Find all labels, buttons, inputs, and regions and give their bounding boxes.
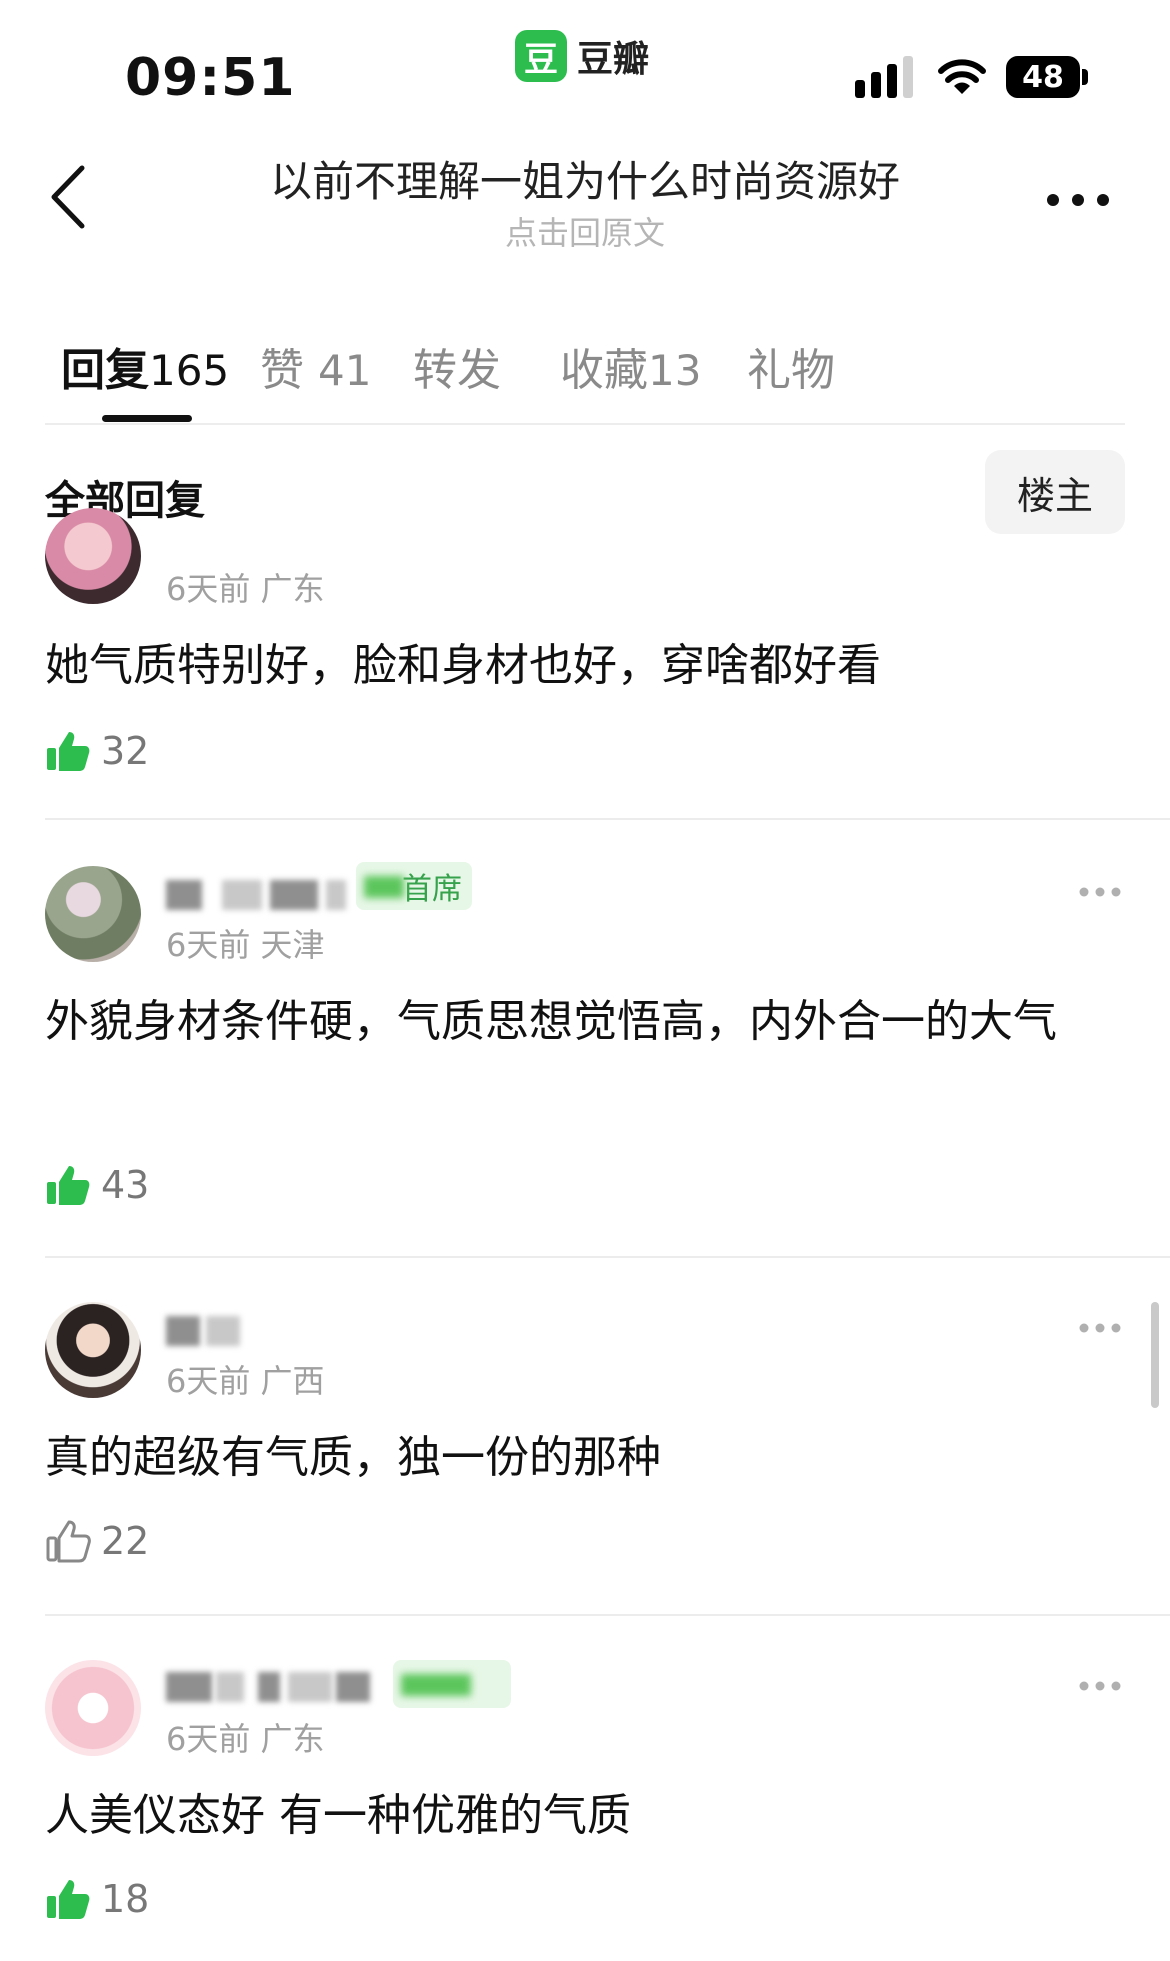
thumbs-up-filled-icon [47, 732, 90, 771]
like-count: 43 [101, 1163, 150, 1207]
thumbs-up-filled-icon [47, 1166, 90, 1205]
comment-text: 她气质特别好，脸和身材也好，穿啥都好看 [45, 640, 881, 691]
tab-bar: 回复165 赞 41 转发 收藏13 礼物 [45, 320, 1125, 425]
avatar[interactable] [45, 1302, 141, 1398]
comment-item: 6天前 广东 她气质特别好，脸和身材也好，穿啥都好看 32 [0, 508, 1170, 820]
comment-meta: 6天前 广东 [166, 1720, 325, 1758]
thumbs-up-outline-icon [46, 1520, 91, 1563]
wifi-icon [938, 59, 986, 94]
user-badge [393, 1660, 511, 1708]
comment-meta: 6天前 天津 [166, 926, 325, 964]
comment-item: 6天前 广西 真的超级有气质，独一份的那种 22 [0, 1296, 1170, 1656]
like-button[interactable]: 18 [45, 1876, 149, 1922]
user-badge: 首席 [356, 862, 472, 910]
app-badge: 豆 豆瓣 [515, 30, 649, 82]
like-button[interactable]: 22 [45, 1518, 149, 1564]
back-to-original-link[interactable]: 点击回原文 [185, 208, 985, 254]
tab-gifts[interactable]: 礼物 [747, 334, 835, 398]
like-button[interactable]: 43 [45, 1162, 149, 1208]
comment-more-icon[interactable] [1078, 886, 1122, 898]
username[interactable] [166, 872, 346, 910]
tab-replies[interactable]: 回复165 [61, 334, 229, 398]
comment-text: 真的超级有气质，独一份的那种 [45, 1432, 661, 1483]
tab-collect[interactable]: 收藏13 [560, 334, 701, 398]
comment-more-icon[interactable] [1078, 1680, 1122, 1692]
username[interactable] [166, 1308, 246, 1346]
battery-icon: 48 [1006, 56, 1088, 98]
more-icon[interactable] [1045, 190, 1111, 210]
like-count: 18 [101, 1877, 150, 1921]
comment-text: 人美仪态好 有一种优雅的气质 [45, 1790, 631, 1841]
app-name: 豆瓣 [577, 39, 650, 80]
comment-item: 6天前 广东 人美仪态好 有一种优雅的气质 18 [0, 1654, 1170, 1961]
tab-likes[interactable]: 赞 41 [260, 334, 371, 398]
signal-icon [855, 56, 913, 98]
username[interactable] [166, 1664, 376, 1702]
back-arrow-icon[interactable] [44, 162, 94, 232]
like-count: 22 [101, 1519, 150, 1563]
like-button[interactable]: 32 [45, 728, 149, 774]
like-count: 32 [101, 729, 150, 773]
reply-filter-row: 全部回复 楼主 [0, 430, 1170, 550]
comment-meta: 6天前 广西 [166, 1362, 325, 1400]
tab-reshare[interactable]: 转发 [413, 334, 501, 398]
status-bar: 09:51 豆 豆瓣 48 [0, 0, 1170, 120]
avatar[interactable] [45, 508, 141, 604]
avatar[interactable] [45, 1660, 141, 1756]
avatar[interactable] [45, 866, 141, 962]
comment-meta: 6天前 广东 [166, 570, 325, 608]
comment-more-icon[interactable] [1078, 1322, 1122, 1334]
scrollbar[interactable] [1151, 1302, 1159, 1408]
page-title: 以前不理解一姐为什么时尚资源好 [269, 157, 900, 206]
battery-level: 48 [1006, 56, 1080, 98]
douban-logo-icon: 豆 [515, 30, 567, 82]
comment-item: 首席 6天前 天津 外貌身材条件硬，气质思想觉悟高，内外合一的大气 43 [0, 860, 1170, 1260]
status-time: 09:51 [125, 48, 296, 108]
op-only-button[interactable]: 楼主 [985, 450, 1125, 534]
nav-bar: 以前不理解一姐为什么时尚资源好 点击回原文 [0, 120, 1170, 270]
active-tab-indicator [102, 415, 192, 422]
thumbs-up-filled-icon [47, 1880, 90, 1919]
comment-text: 外貌身材条件硬，气质思想觉悟高，内外合一的大气 [45, 996, 1057, 1047]
page: 09:51 豆 豆瓣 48 以前不理解一姐为什么时尚资源好 点击回原文 回复16… [0, 0, 1170, 1961]
